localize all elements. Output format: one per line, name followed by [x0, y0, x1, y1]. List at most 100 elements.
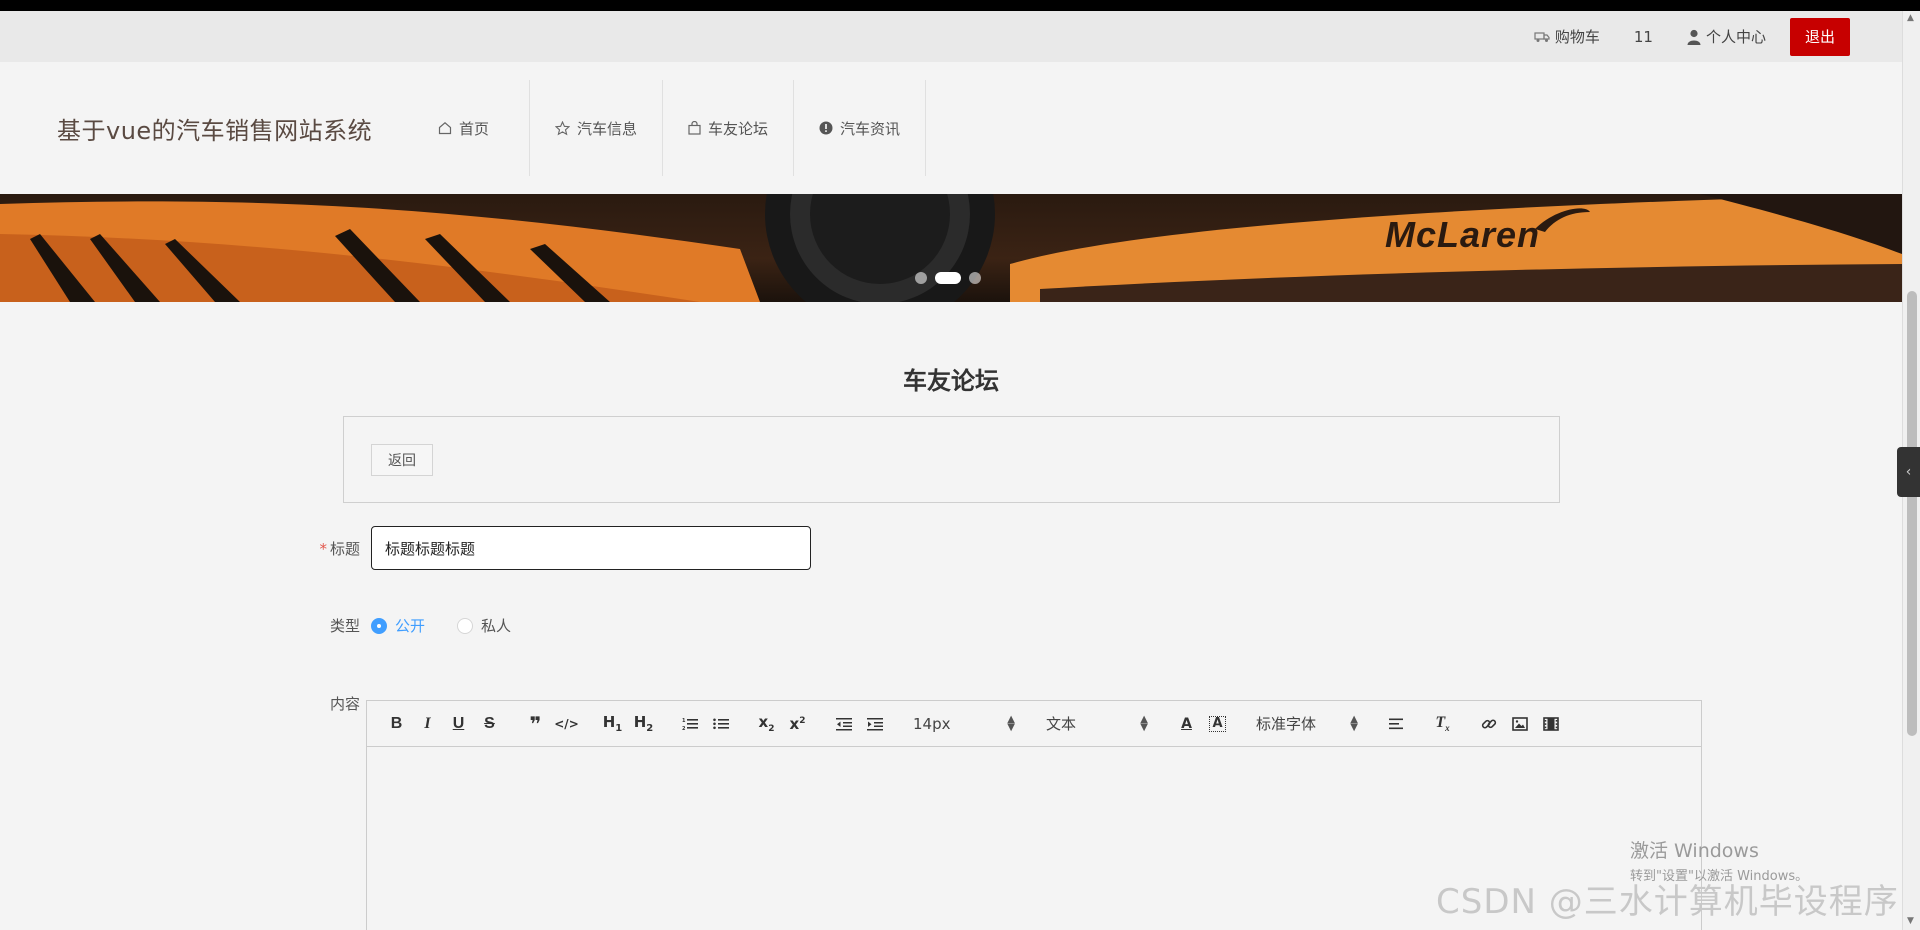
banner-brand-text: McLaren	[1385, 214, 1541, 255]
ordered-list-button[interactable]: 12	[674, 709, 705, 739]
updown-icon: ▲ ▼	[1140, 713, 1148, 733]
quote-icon: ❞	[529, 711, 542, 736]
back-button[interactable]: 返回	[371, 444, 433, 476]
header: 基于vue的汽车销售网站系统 首页 汽车信息 车友论坛 汽车资讯	[0, 62, 1902, 194]
underline-button[interactable]: U	[443, 709, 474, 739]
indent-icon	[866, 717, 883, 730]
bold-button[interactable]: B	[381, 709, 412, 739]
user-center-link[interactable]: 个人中心	[1687, 26, 1766, 47]
video-icon	[1542, 716, 1559, 731]
font-family-value: 标准字体	[1256, 715, 1317, 733]
underline-icon: U	[452, 714, 465, 732]
cart-label: 购物车	[1554, 28, 1600, 46]
font-family-picker[interactable]: 标准字体 ▲ ▼	[1248, 713, 1366, 734]
nav-item-home[interactable]: 首页	[438, 80, 531, 176]
font-size-picker[interactable]: 14px ▲ ▼	[905, 713, 1023, 733]
nav-label: 首页	[459, 119, 490, 138]
chevron-left-icon: ‹	[1905, 464, 1912, 480]
code-block-button[interactable]: </>	[551, 709, 582, 739]
clear-format-button[interactable]: Tx	[1427, 709, 1458, 739]
banner-carousel[interactable]: McLaren	[0, 194, 1902, 302]
page: 购物车 11 个人中心 退出 基于vue的汽车销售网站系统 首页 汽车信息 车友…	[0, 0, 1920, 930]
bag-icon	[688, 121, 701, 135]
form-row-content: 内容	[305, 693, 371, 714]
image-button[interactable]	[1504, 709, 1535, 739]
side-drawer-toggle[interactable]: ‹	[1897, 447, 1920, 497]
radio-label: 公开	[395, 617, 426, 635]
svg-text:1: 1	[682, 718, 686, 724]
align-button[interactable]	[1381, 709, 1412, 739]
text-color-button[interactable]: A	[1171, 709, 1202, 739]
bold-icon: B	[390, 714, 403, 732]
align-left-icon	[1388, 718, 1403, 729]
superscript-button[interactable]: x2	[782, 709, 813, 739]
updown-icon: ▲ ▼	[1007, 713, 1015, 733]
strikethrough-icon: S	[484, 714, 495, 732]
image-icon	[1511, 716, 1528, 731]
nav-item-forum[interactable]: 车友论坛	[663, 80, 795, 176]
blockquote-button[interactable]: ❞	[520, 709, 551, 739]
radio-label: 私人	[481, 617, 512, 635]
nav-label: 汽车信息	[577, 119, 638, 138]
header1-button[interactable]: H1	[597, 709, 628, 739]
carousel-dot-3[interactable]	[969, 272, 981, 284]
background-color-icon: A	[1209, 715, 1226, 732]
page-title: 车友论坛	[903, 367, 999, 395]
carousel-dot-2[interactable]	[935, 272, 961, 284]
banner-car-image	[0, 194, 1902, 302]
text-color-icon: A	[1181, 715, 1192, 732]
strike-button[interactable]: S	[474, 709, 505, 739]
top-strip	[0, 0, 1920, 11]
csdn-watermark: CSDN @三水计算机毕设程序	[1436, 882, 1899, 922]
nav-label: 车友论坛	[708, 119, 769, 138]
form-row-title: * 标题	[305, 526, 811, 570]
content-label: 内容	[329, 695, 360, 713]
title-input[interactable]	[371, 526, 811, 570]
star-icon	[555, 120, 571, 135]
cart-link[interactable]: 购物车	[1534, 26, 1600, 47]
scroll-thumb[interactable]	[1907, 291, 1917, 736]
code-icon: </>	[554, 716, 579, 731]
link-icon	[1481, 719, 1496, 728]
scroll-down-icon[interactable]: ▼	[1907, 916, 1914, 926]
carousel-dot-1[interactable]	[915, 272, 927, 284]
cart-count: 11	[1634, 28, 1653, 46]
link-button[interactable]	[1473, 709, 1504, 739]
header-format-picker[interactable]: 文本 ▲ ▼	[1038, 713, 1156, 734]
updown-icon: ▲ ▼	[1350, 713, 1358, 733]
logout-button[interactable]: 退出	[1789, 17, 1850, 56]
header2-button[interactable]: H2	[628, 709, 659, 739]
italic-button[interactable]: I	[412, 709, 443, 739]
nav-item-car-info[interactable]: 汽车信息	[530, 80, 664, 176]
back-panel: 返回	[343, 416, 1560, 503]
h1-icon: H1	[602, 713, 623, 734]
site-title: 基于vue的汽车销售网站系统	[57, 116, 373, 145]
bullet-list-icon	[712, 718, 729, 729]
info-icon	[819, 121, 833, 135]
nav-item-news[interactable]: 汽车资讯	[794, 80, 927, 176]
svg-text:2: 2	[682, 726, 686, 731]
superscript-icon: x2	[789, 714, 806, 733]
font-size-value: 14px	[913, 714, 951, 733]
title-label-text: 标题	[329, 539, 360, 558]
subscript-button[interactable]: x2	[751, 709, 782, 739]
indent-button[interactable]	[859, 709, 890, 739]
truck-icon	[1534, 31, 1550, 42]
outdent-button[interactable]	[828, 709, 859, 739]
video-button[interactable]	[1535, 709, 1566, 739]
radio-private[interactable]: 私人	[457, 615, 511, 636]
count-value: 11	[1633, 27, 1653, 46]
editor-toolbar: B I U S ❞ </> H1 H2 1 2 x2 x2 14px ▲ ▼ 文…	[367, 701, 1701, 747]
type-label: 类型	[329, 617, 360, 635]
nav-label: 汽车资讯	[840, 119, 901, 138]
header-format-value: 文本	[1046, 715, 1077, 733]
carousel-indicators	[915, 272, 981, 284]
bullet-list-button[interactable]	[705, 709, 736, 739]
ordered-list-icon: 12	[682, 718, 698, 731]
radio-public[interactable]: 公开	[371, 615, 425, 636]
background-color-button[interactable]: A	[1202, 709, 1233, 739]
scroll-up-icon[interactable]: ▲	[1907, 13, 1914, 23]
italic-icon: I	[424, 714, 431, 732]
radio-circle	[371, 617, 387, 634]
required-star: *	[319, 539, 327, 558]
